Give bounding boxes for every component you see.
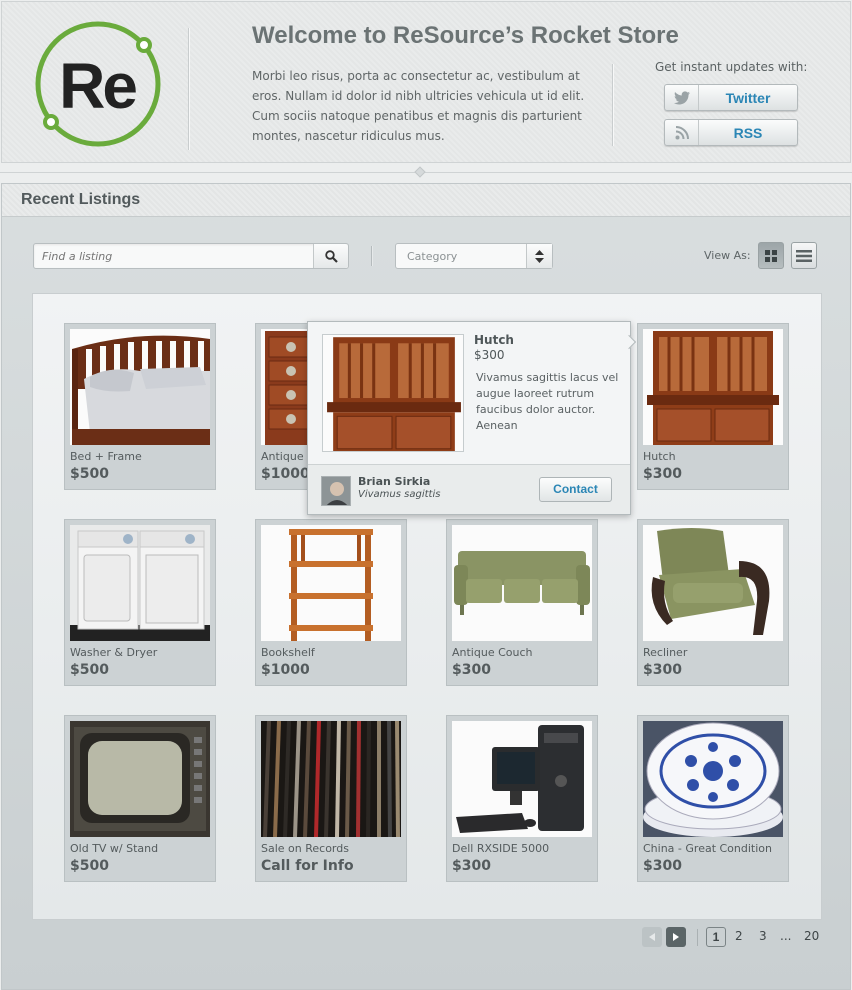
listing-price: $500 (70, 466, 109, 482)
page-current[interactable]: 1 (706, 927, 726, 947)
listing-card[interactable]: Bed + Frame $500 (64, 323, 216, 490)
listing-name: Antique Couch (452, 646, 533, 659)
prev-page-button[interactable] (642, 927, 662, 947)
seller-avatar (321, 476, 351, 506)
list-view-button[interactable] (791, 242, 817, 269)
search-icon (324, 249, 338, 263)
listing-name: Sale on Records (261, 842, 349, 855)
site-header: Re Welcome to ReSource’s Rocket Store Mo… (1, 1, 851, 163)
twitter-label: Twitter (725, 90, 771, 106)
listing-price: $300 (643, 662, 682, 678)
welcome-intro: Morbi leo risus, porta ac consectetur ac… (252, 69, 585, 143)
popup-hutch-image (322, 334, 464, 452)
listing-card[interactable]: Hutch $300 (637, 323, 789, 490)
category-select[interactable]: Category (395, 243, 553, 269)
listing-card[interactable]: Antique Couch $300 (446, 519, 598, 686)
listing-price: $300 (452, 858, 491, 874)
separator-diamond (414, 166, 426, 178)
listing-name: Washer & Dryer (70, 646, 158, 659)
select-arrows-icon (526, 244, 552, 268)
page-link[interactable]: 2 (735, 929, 743, 943)
recliner-image (643, 525, 783, 641)
page-link-last[interactable]: 20 (804, 929, 819, 943)
listing-card[interactable]: Old TV w/ Stand $500 (64, 715, 216, 882)
hutch-image (643, 329, 783, 445)
search-input[interactable] (34, 244, 314, 268)
bookshelf-image (261, 525, 401, 641)
listing-name: Old TV w/ Stand (70, 842, 159, 855)
listing-price: Call for Info (261, 858, 354, 874)
updates-label: Get instant updates with: (655, 60, 808, 74)
seller-name: Brian Sirkia (358, 475, 431, 488)
listing-card[interactable]: Dell RXSIDE 5000 $300 (446, 715, 598, 882)
listings-titlebar: Recent Listings (2, 184, 850, 217)
list-icon (796, 249, 812, 262)
records-image (261, 721, 401, 837)
listing-name: Bookshelf (261, 646, 315, 659)
tv-image (70, 721, 210, 837)
popup-price: $300 (474, 348, 505, 362)
next-page-button[interactable] (666, 927, 686, 947)
search-button[interactable] (313, 244, 348, 268)
listing-name: Dell RXSIDE 5000 (452, 842, 550, 855)
rss-label: RSS (733, 125, 763, 141)
logo-text: Re (59, 50, 136, 122)
listing-name: Bed + Frame (70, 450, 142, 463)
welcome-title: Welcome to ReSource’s Rocket Store (252, 22, 679, 49)
rss-icon (665, 120, 699, 145)
section-separator (0, 172, 852, 173)
listing-price: $500 (70, 662, 109, 678)
seller-subtitle: Vivamus sagittis (358, 489, 441, 500)
rss-button[interactable]: RSS (664, 119, 798, 146)
washer-image (70, 525, 210, 641)
popup-title: Hutch (474, 333, 514, 347)
listing-detail-popup: Hutch $300 Vivamus sagittis lacus vel au… (307, 321, 631, 515)
listing-price: $300 (643, 466, 682, 482)
china-image (643, 721, 783, 837)
category-value: Category (407, 250, 458, 263)
toolbar-divider (371, 246, 372, 266)
view-as-label: View As: (704, 249, 751, 262)
listing-card[interactable]: China - Great Condition $300 (637, 715, 789, 882)
listing-card[interactable]: Sale on Records Call for Info (255, 715, 407, 882)
chevron-right-icon (673, 933, 679, 941)
resource-logo[interactable]: Re (34, 20, 164, 150)
listing-price: $1000 (261, 662, 310, 678)
twitter-button[interactable]: Twitter (664, 84, 798, 111)
listing-card[interactable]: Washer & Dryer $500 (64, 519, 216, 686)
listing-name: Hutch (643, 450, 676, 463)
listing-card[interactable]: Recliner $300 (637, 519, 789, 686)
bed-image (70, 329, 210, 445)
grid-view-button[interactable] (758, 242, 784, 269)
twitter-bird-icon (665, 85, 699, 110)
listing-card[interactable]: Bookshelf $1000 (255, 519, 407, 686)
couch-image (452, 525, 592, 641)
listing-name: China - Great Condition (643, 842, 772, 855)
listing-price: $300 (452, 662, 491, 678)
header-divider (188, 28, 189, 150)
page-link[interactable]: 3 (759, 929, 767, 943)
listing-price: $1000 (261, 466, 310, 482)
listing-name: Recliner (643, 646, 688, 659)
computer-image (452, 721, 592, 837)
chevron-left-icon (649, 933, 655, 941)
listings-title: Recent Listings (21, 191, 141, 208)
page-ellipsis: ... (780, 929, 792, 943)
search-box (33, 243, 349, 269)
popup-seller-bar: Brian Sirkia Vivamus sagittis Contact (308, 464, 630, 514)
listing-price: $500 (70, 858, 109, 874)
grid-icon (765, 249, 777, 262)
pagination-divider (697, 929, 698, 946)
popup-description: Vivamus sagittis lacus vel augue laoreet… (476, 371, 619, 432)
contact-button[interactable]: Contact (539, 477, 612, 502)
header-divider-right (612, 64, 613, 146)
listing-price: $300 (643, 858, 682, 874)
